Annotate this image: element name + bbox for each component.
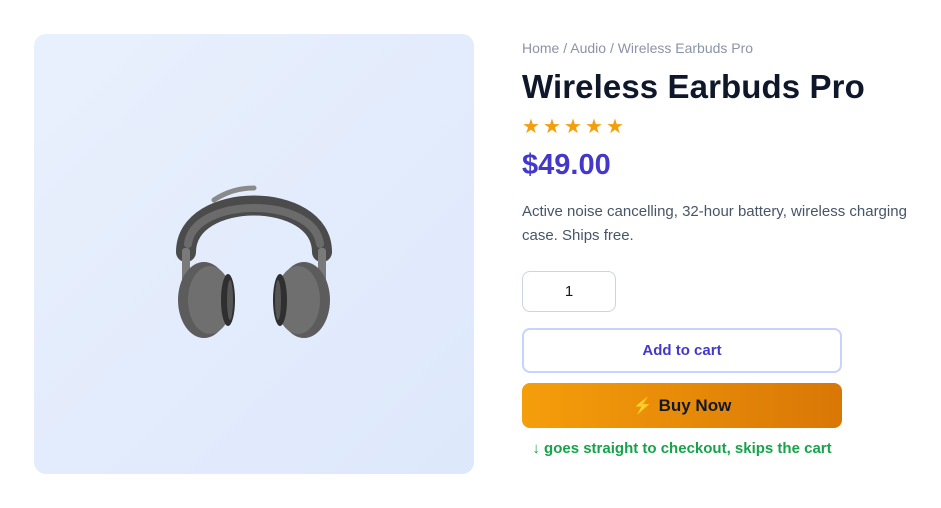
star-icon: ★	[585, 116, 603, 138]
product-page: Home / Audio / Wireless Earbuds Pro Wire…	[0, 0, 941, 508]
product-description: Active noise cancelling, 32-hour battery…	[522, 203, 907, 244]
product-info: Home / Audio / Wireless Earbuds Pro Wire…	[522, 40, 922, 248]
star-icon: ★	[522, 116, 540, 138]
buy-now-button[interactable]: ⚡ Buy Now	[522, 383, 842, 428]
breadcrumb[interactable]: Home / Audio / Wireless Earbuds Pro	[522, 40, 922, 56]
product-image-panel	[34, 34, 474, 474]
add-to-cart-button[interactable]: Add to cart	[522, 328, 842, 373]
star-icon: ★	[543, 116, 561, 138]
product-price: $49.00	[522, 149, 611, 181]
star-icon: ★	[564, 116, 582, 138]
star-icon: ★	[606, 116, 624, 138]
buy-now-note: ↓ goes straight to checkout, skips the c…	[532, 440, 832, 457]
headphones-icon	[176, 185, 332, 338]
lightning-icon: ⚡	[632, 397, 653, 415]
quantity-input[interactable]	[522, 271, 616, 312]
product-title: Wireless Earbuds Pro	[522, 68, 865, 105]
buy-now-label: Buy Now	[658, 395, 732, 415]
star-rating: ★ ★ ★ ★ ★	[522, 116, 922, 138]
